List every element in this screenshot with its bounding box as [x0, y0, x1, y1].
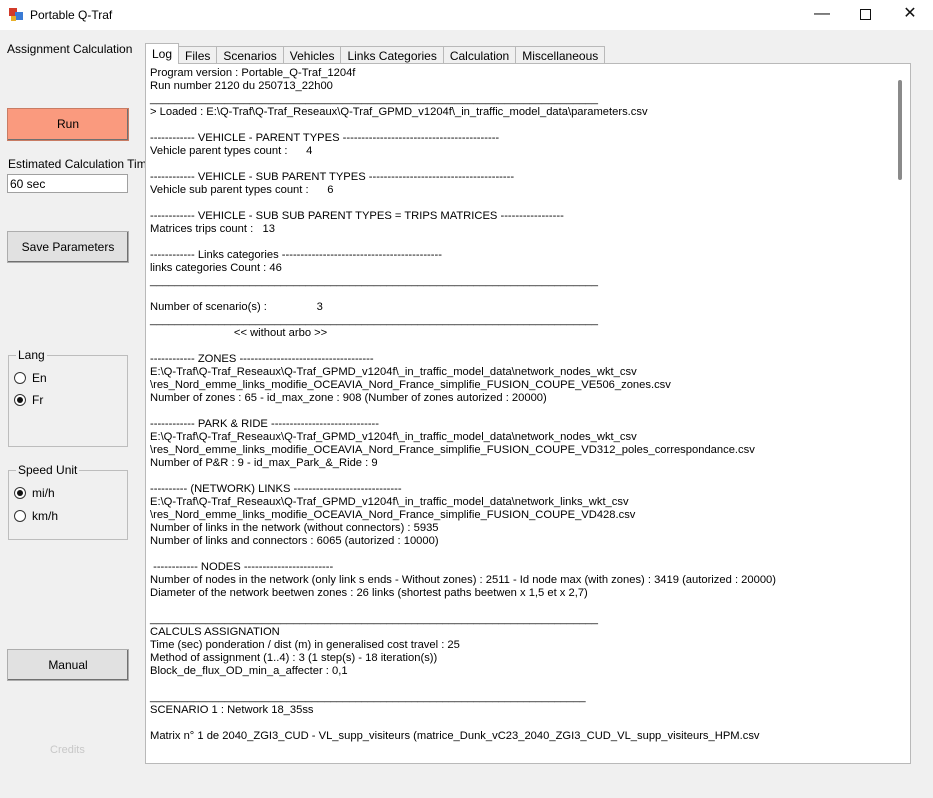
tab-scenarios[interactable]: Scenarios: [216, 46, 284, 64]
log-line: Method of assignment (1..4) : 3 (1 step(…: [150, 652, 438, 664]
log-panel: Program version : Portable_Q-Traf_1204f R…: [145, 63, 911, 764]
tab-links-categories[interactable]: Links Categories: [340, 46, 444, 64]
log-line: Matrix n° 1 de 2040_ZGI3_CUD - VL_supp_v…: [150, 730, 760, 742]
log-line: Number of links and connectors : 6065 (a…: [150, 535, 439, 547]
tab-log[interactable]: Log: [145, 43, 180, 64]
manual-button[interactable]: Manual: [7, 649, 129, 681]
log-line: Number of P&R : 9 - id_max_Park_&_Ride :…: [150, 457, 378, 469]
log-line: ------------ Links categories ----------…: [150, 249, 442, 261]
scrollbar-thumb[interactable]: [898, 80, 902, 180]
log-line: Run number 2120 du 250713_22h00: [150, 80, 333, 92]
log-line: ------------ VEHICLE - PARENT TYPES ----…: [150, 132, 500, 144]
log-line: Number of nodes in the network (only lin…: [150, 574, 776, 586]
log-line: Vehicle sub parent types count : 6: [150, 184, 334, 196]
log-line: \res_Nord_emme_links_modifie_OCEAVIA_Nor…: [150, 444, 755, 456]
log-line: Vehicle parent types count : 4: [150, 145, 313, 157]
speed-label-kmh: km/h: [32, 509, 59, 523]
log-line: ________________________________________…: [150, 691, 586, 703]
log-line: ------------ ZONES ---------------------…: [150, 353, 374, 365]
log-line: E:\Q-Traf\Q-Traf_Reseaux\Q-Traf_GPMD_v12…: [150, 366, 637, 378]
radio-mih[interactable]: [14, 487, 26, 499]
log-line: << without arbo >>: [150, 327, 328, 339]
tab-strip: Log Files Scenarios Vehicles Links Categ…: [145, 43, 606, 64]
speed-option-mih[interactable]: mi/h: [14, 485, 55, 501]
maximize-button[interactable]: [842, 0, 888, 30]
vertical-scrollbar[interactable]: [890, 64, 910, 763]
app-logo-icon: [9, 8, 23, 21]
log-line: Diameter of the network beetwen zones : …: [150, 587, 588, 599]
log-line: Time (sec) ponderation / dist (m) in gen…: [150, 639, 460, 651]
log-line: > Loaded : E:\Q-Traf\Q-Traf_Reseaux\Q-Tr…: [150, 106, 648, 118]
log-line: ------------ VEHICLE - SUB PARENT TYPES …: [150, 171, 515, 183]
estimated-time-input[interactable]: [7, 174, 128, 193]
tab-vehicles[interactable]: Vehicles: [282, 46, 342, 64]
log-line: Number of zones : 65 - id_max_zone : 908…: [150, 392, 547, 404]
lang-legend: Lang: [16, 348, 47, 362]
log-line: ------------ NODES ---------------------…: [150, 561, 334, 573]
window-title: Portable Q-Traf: [30, 8, 113, 22]
lang-option-en[interactable]: En: [14, 370, 47, 386]
log-line: \res_Nord_emme_links_modifie_OCEAVIA_Nor…: [150, 509, 636, 521]
log-line: E:\Q-Traf\Q-Traf_Reseaux\Q-Traf_GPMD_v12…: [150, 496, 629, 508]
title-bar: Portable Q-Traf — ✕: [0, 0, 933, 30]
log-textbox[interactable]: Program version : Portable_Q-Traf_1204f R…: [148, 66, 890, 752]
speed-option-kmh[interactable]: km/h: [14, 508, 58, 524]
run-button[interactable]: Run: [7, 108, 129, 141]
lang-label-en: En: [32, 371, 47, 385]
log-line: Number of links in the network (without …: [150, 522, 439, 534]
log-line: ---------- (NETWORK) LINKS -------------…: [150, 483, 402, 495]
log-line: ________________________________________…: [150, 314, 598, 326]
minimize-button[interactable]: —: [799, 0, 845, 30]
log-line: Block_de_flux_OD_min_a_affecter : 0,1: [150, 665, 348, 677]
log-line: ________________________________________…: [150, 275, 598, 287]
tab-miscellaneous[interactable]: Miscellaneous: [515, 46, 606, 64]
log-line: ------------ VEHICLE - SUB SUB PARENT TY…: [150, 210, 564, 222]
lang-group: Lang En Fr: [8, 348, 128, 447]
log-line: links categories Count : 46: [150, 262, 282, 274]
log-line: E:\Q-Traf\Q-Traf_Reseaux\Q-Traf_GPMD_v12…: [150, 431, 637, 443]
radio-kmh[interactable]: [14, 510, 26, 522]
log-line: Program version : Portable_Q-Traf_1204f: [150, 67, 356, 79]
log-line: \res_Nord_emme_links_modifie_OCEAVIA_Nor…: [150, 379, 671, 391]
radio-en[interactable]: [14, 372, 26, 384]
speed-label-mih: mi/h: [32, 486, 55, 500]
log-line: SCENARIO 1 : Network 18_35ss: [150, 704, 314, 716]
radio-fr[interactable]: [14, 394, 26, 406]
log-line: Matrices trips count : 13: [150, 223, 275, 235]
estimated-time-label: Estimated Calculation Time: [8, 157, 154, 171]
log-line: ------------ PARK & RIDE ---------------…: [150, 418, 380, 430]
log-line: ________________________________________…: [150, 93, 598, 105]
tab-calculation[interactable]: Calculation: [442, 46, 517, 64]
speed-unit-legend: Speed Unit: [16, 463, 80, 477]
lang-label-fr: Fr: [32, 393, 44, 407]
log-line: CALCULS ASSIGNATION: [150, 626, 280, 638]
assignment-heading: Assignment Calculation: [7, 42, 133, 56]
log-line: ________________________________________…: [150, 613, 598, 625]
credits-link[interactable]: Credits: [50, 744, 85, 756]
lang-option-fr[interactable]: Fr: [14, 392, 43, 408]
maximize-icon: [859, 9, 871, 20]
tab-files[interactable]: Files: [178, 46, 218, 64]
close-button[interactable]: ✕: [887, 0, 933, 30]
log-line: Number of scenario(s) : 3: [150, 301, 323, 313]
save-parameters-button[interactable]: Save Parameters: [7, 231, 129, 263]
speed-unit-group: Speed Unit mi/h km/h: [8, 463, 128, 540]
